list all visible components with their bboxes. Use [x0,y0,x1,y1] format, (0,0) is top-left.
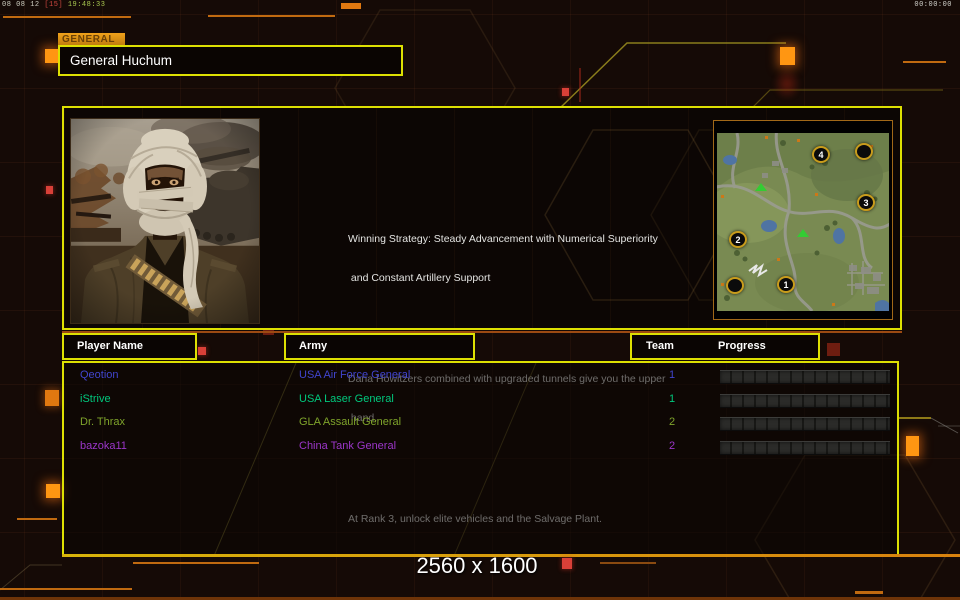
loading-screen: 08 08 12 [15] 19:48:33 00:00:00 GENERAL … [0,0,960,600]
decor-square-orange [906,436,919,456]
team-cell: 1 [659,369,685,381]
recording-timer: 00:00:00 [914,1,952,9]
decor-square-red [562,558,572,569]
decor-line-orange [855,591,883,594]
map-marker-label: 4 [818,150,823,160]
players-table: Qeotion USA Air Force General 1 iStrive … [62,361,899,556]
portrait-image [71,119,259,323]
header-army-box: Army [284,333,475,360]
decor-square-orange [45,49,58,63]
timestamp-overlay: 08 08 12 [15] 19:48:33 [2,1,105,9]
progress-bar [720,441,890,455]
map-marker: 3 [857,194,875,211]
map-marker: 1 [777,276,795,293]
decor-square-darkred [827,343,840,356]
header-team-progress-box: Team Progress [630,333,820,360]
player-name-cell: bazoka11 [80,440,127,452]
table-row: Dr. Thrax GLA Assault General 2 [66,416,895,437]
map-marker [726,277,744,294]
timestamp-frame: [15] [44,1,63,9]
general-portrait [70,118,260,324]
map-marker: 4 [812,146,830,163]
column-header-team: Team [646,335,674,358]
map-marker-label: 2 [735,235,740,245]
team-cell: 2 [659,416,685,428]
map-marker [855,143,873,160]
timestamp-date: 08 08 12 [2,1,40,9]
table-row: iStrive USA Laser General 1 [66,393,895,414]
strategy-line: Winning Strategy: Steady Advancement wit… [348,233,688,246]
decor-line-orange [903,61,946,63]
decor-square-red [46,186,53,194]
decor-square-orange [780,47,795,65]
decor-line-orange [0,588,132,590]
map-marker: 2 [729,231,747,248]
header-player-name-box: Player Name [62,333,197,360]
army-cell: USA Laser General [299,393,394,405]
map-marker-label: 1 [783,280,788,290]
army-cell: USA Air Force General [299,369,410,381]
progress-bar [720,394,890,408]
minimap: 4 3 2 1 [713,120,893,320]
decor-line-orange [133,562,259,564]
timestamp-time: 19:48:33 [68,1,106,9]
army-cell: GLA Assault General [299,416,401,428]
decor-square-red [562,88,569,96]
player-name-cell: Qeotion [80,369,119,381]
player-name-cell: iStrive [80,393,111,405]
general-name: General Huchum [70,53,172,68]
resolution-label: 2560 x 1600 [377,552,577,580]
progress-bar [720,417,890,431]
decor-line-orange [17,518,57,520]
progress-bar [720,370,890,384]
decor-line-orange [3,16,131,18]
player-name-cell: Dr. Thrax [80,416,125,428]
column-header-player: Player Name [64,335,195,358]
team-cell: 1 [659,393,685,405]
decor-glow [773,68,801,100]
decor-square-orange [46,484,60,498]
army-cell: China Tank General [299,440,396,452]
table-row: Qeotion USA Air Force General 1 [66,369,895,390]
decor-square-orange [341,3,361,9]
general-name-box: General Huchum [58,45,403,76]
decor-line-orange [208,15,335,17]
decor-square-orange [45,390,59,406]
decor-square-red [198,347,206,355]
team-cell: 2 [659,440,685,452]
column-header-army: Army [286,335,473,358]
minimap-terrain: 4 3 2 1 [717,133,889,311]
table-row: bazoka11 China Tank General 2 [66,440,895,461]
strategy-line: and Constant Artillery Support [348,272,688,285]
map-marker-label: 3 [863,198,868,208]
column-header-progress: Progress [718,335,766,358]
